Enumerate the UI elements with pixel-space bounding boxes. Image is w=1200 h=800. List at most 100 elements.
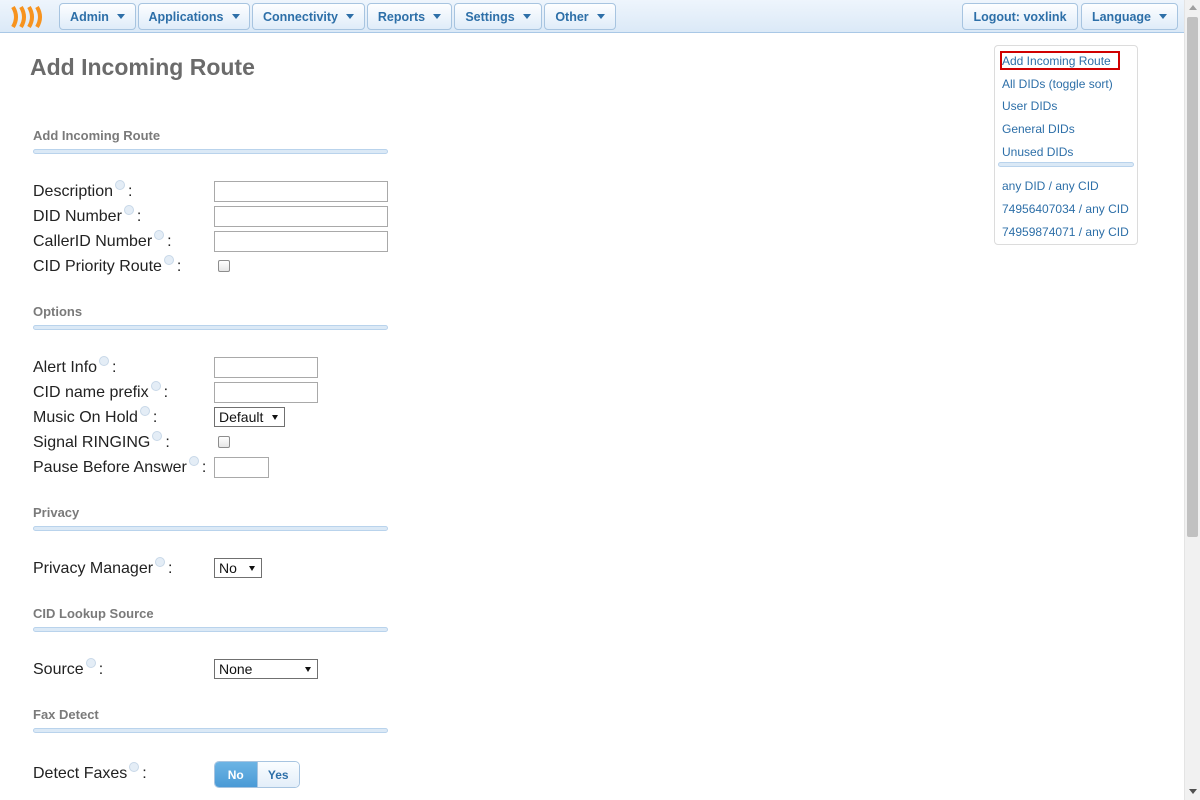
rnav-unused-dids[interactable]: Unused DIDs	[1002, 145, 1073, 159]
label-colon: :	[168, 560, 173, 577]
cid-priority-checkbox[interactable]	[218, 260, 230, 272]
section-title-options: Options	[33, 304, 83, 319]
section-divider	[33, 325, 388, 330]
detect-faxes-toggle: No Yes	[214, 761, 300, 788]
alert-info-input[interactable]	[214, 357, 318, 378]
privacy-manager-select[interactable]: No	[214, 558, 262, 578]
help-icon[interactable]	[115, 180, 126, 190]
dropdown-arrow-icon	[249, 566, 255, 571]
section-divider	[33, 149, 388, 154]
nav-applications-label: Applications	[148, 9, 224, 24]
pause-before-answer-input[interactable]	[214, 457, 269, 478]
detect-faxes-label-text: Detect Faxes	[33, 765, 128, 782]
cid-name-prefix-input[interactable]	[214, 382, 318, 403]
label-colon: :	[165, 434, 170, 451]
alert-info-label: Alert Info:	[33, 356, 117, 377]
rnav-add-incoming-route[interactable]: Add Incoming Route	[1002, 54, 1111, 68]
page-scrollbar[interactable]	[1184, 0, 1200, 800]
detect-faxes-no-button[interactable]: No	[215, 762, 257, 787]
pause-before-answer-label-text: Pause Before Answer	[33, 459, 187, 476]
nav-other-button[interactable]: Other	[544, 3, 616, 30]
scrollbar-thumb[interactable]	[1187, 17, 1198, 537]
language-label: Language	[1091, 9, 1152, 24]
rnav-all-dids[interactable]: All DIDs (toggle sort)	[1002, 77, 1113, 91]
label-colon: :	[128, 183, 133, 200]
signal-ringing-label-text: Signal RINGING	[33, 434, 151, 451]
page-title: Add Incoming Route	[30, 54, 255, 80]
help-icon[interactable]	[154, 230, 165, 240]
rnav-route-item[interactable]: any DID / any CID	[1002, 179, 1099, 193]
scroll-down-icon[interactable]	[1189, 789, 1197, 794]
section-title-cid-lookup: CID Lookup Source	[33, 606, 154, 621]
label-colon: :	[142, 765, 147, 782]
freepbx-logo[interactable]	[10, 5, 48, 29]
source-label: Source:	[33, 658, 103, 679]
help-icon[interactable]	[123, 205, 134, 215]
chevron-down-icon	[1159, 14, 1168, 19]
callerid-number-label: CallerID Number:	[33, 230, 172, 251]
help-icon[interactable]	[163, 255, 174, 265]
chevron-down-icon	[231, 14, 240, 19]
label-colon: :	[201, 459, 207, 476]
rnav-divider	[998, 162, 1134, 167]
help-icon[interactable]	[155, 557, 166, 567]
help-icon[interactable]	[150, 381, 161, 391]
did-number-label-text: DID Number	[33, 208, 122, 225]
rnav-route-item[interactable]: 74959874071 / any CID	[1002, 225, 1129, 239]
language-button[interactable]: Language	[1081, 3, 1178, 30]
nav-settings-button[interactable]: Settings	[454, 3, 542, 30]
chevron-down-icon	[596, 14, 605, 19]
label-colon: :	[152, 409, 158, 426]
logout-label: Logout: voxlink	[973, 9, 1067, 24]
source-select[interactable]: None	[214, 659, 318, 679]
dropdown-arrow-icon	[305, 667, 311, 672]
help-icon[interactable]	[129, 762, 140, 772]
help-icon[interactable]	[188, 456, 199, 466]
detect-faxes-yes-button[interactable]: Yes	[256, 762, 299, 787]
did-number-input[interactable]	[214, 206, 388, 227]
privacy-manager-label-text: Privacy Manager	[33, 560, 154, 577]
nav-connectivity-button[interactable]: Connectivity	[252, 3, 365, 30]
right-nav-panel: Add Incoming Route All DIDs (toggle sort…	[994, 45, 1138, 245]
dropdown-arrow-icon	[272, 415, 278, 420]
alert-info-label-text: Alert Info	[33, 359, 98, 376]
section-title-fax: Fax Detect	[33, 707, 99, 722]
did-number-label: DID Number:	[33, 205, 142, 226]
label-colon: :	[136, 208, 142, 225]
help-icon[interactable]	[85, 658, 96, 668]
help-icon[interactable]	[152, 431, 163, 441]
privacy-manager-label: Privacy Manager:	[33, 557, 173, 578]
description-label: Description:	[33, 180, 133, 201]
callerid-number-input[interactable]	[214, 231, 388, 252]
cid-name-prefix-label-text: CID name prefix	[33, 384, 149, 401]
help-icon[interactable]	[139, 406, 150, 416]
nav-other-label: Other	[555, 9, 589, 24]
label-colon: :	[167, 233, 172, 250]
rnav-user-dids[interactable]: User DIDs	[1002, 99, 1057, 113]
rnav-route-item[interactable]: 74956407034 / any CID	[1002, 202, 1129, 216]
logout-button[interactable]: Logout: voxlink	[962, 3, 1078, 30]
chevron-down-icon	[346, 14, 354, 19]
pause-before-answer-label: Pause Before Answer:	[33, 456, 207, 477]
section-divider	[33, 627, 388, 632]
scroll-up-icon[interactable]	[1189, 5, 1197, 10]
signal-ringing-checkbox[interactable]	[218, 436, 230, 448]
nav-reports-button[interactable]: Reports	[367, 3, 452, 30]
section-title-route: Add Incoming Route	[33, 128, 161, 143]
help-icon[interactable]	[99, 356, 110, 366]
nav-reports-label: Reports	[377, 9, 426, 24]
music-on-hold-value: Default	[219, 409, 264, 425]
nav-admin-button[interactable]: Admin	[59, 3, 136, 30]
label-colon: :	[176, 258, 182, 275]
label-colon: :	[163, 384, 169, 401]
music-on-hold-select[interactable]: Default	[214, 407, 285, 427]
cid-name-prefix-label: CID name prefix:	[33, 381, 169, 402]
source-value: None	[219, 661, 253, 677]
music-on-hold-label: Music On Hold:	[33, 406, 158, 427]
rnav-general-dids[interactable]: General DIDs	[1002, 122, 1075, 136]
description-input[interactable]	[214, 181, 388, 202]
signal-ringing-label: Signal RINGING:	[33, 431, 170, 452]
label-colon: :	[112, 359, 117, 376]
chevron-down-icon	[116, 14, 125, 19]
nav-applications-button[interactable]: Applications	[138, 3, 250, 30]
